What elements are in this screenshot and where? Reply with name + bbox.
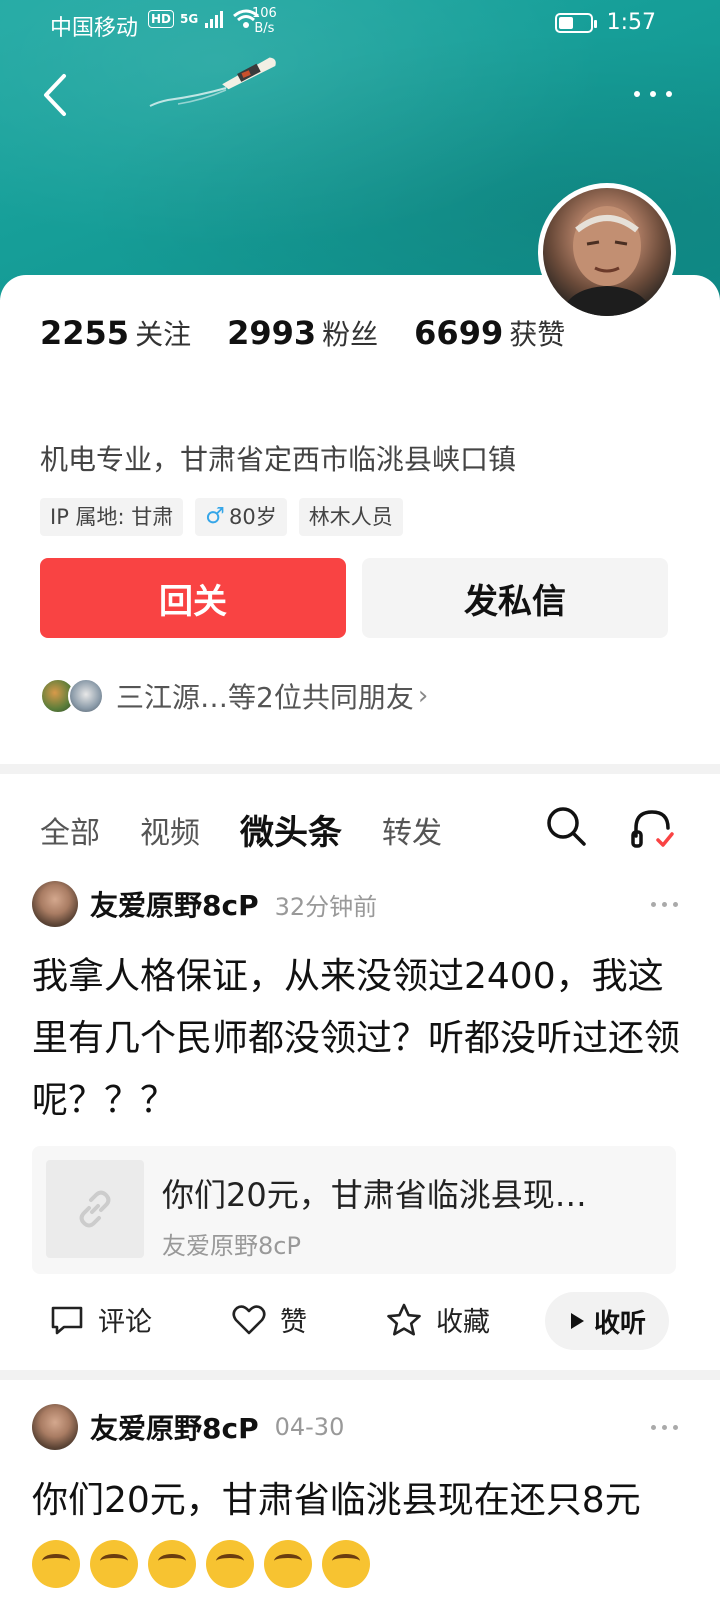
profile-bio: 机电专业，甘肃省定西市临洮县峡口镇: [40, 443, 517, 476]
tab-reposts[interactable]: 转发: [382, 808, 442, 852]
post-time: 32分钟前: [274, 892, 378, 921]
stat-followers[interactable]: 2993 粉丝: [227, 313, 378, 353]
age-label: 80岁: [229, 505, 277, 529]
ip-location-tag: IP 属地: 甘肃: [40, 498, 184, 536]
stat-label: 获赞: [509, 318, 566, 351]
mutual-friends-link[interactable]: 三江源…等2位共同朋友 ›: [40, 676, 428, 716]
search-icon[interactable]: [544, 804, 588, 848]
network-indicator: HD 5G: [148, 8, 260, 30]
boat-decoration: [222, 57, 276, 90]
section-divider: [0, 764, 720, 774]
post-more-button[interactable]: [651, 1425, 678, 1430]
star-icon: [387, 1303, 421, 1335]
avatar-face-image: [561, 206, 653, 316]
post-author-avatar[interactable]: [32, 1404, 78, 1450]
link-thumbnail: [46, 1160, 144, 1258]
profile-page: 中国移动 HD 5G 106 B/s 1:57 2255 关注 2993 粉丝 …: [0, 0, 720, 1600]
tab-micro-posts[interactable]: 微头条: [240, 805, 342, 854]
post-time: 04-30: [274, 1413, 345, 1441]
post-header: 友爱原野8cP 32分钟前: [32, 880, 377, 928]
avatar[interactable]: [538, 183, 676, 321]
stat-number: 2255: [40, 314, 130, 352]
signal-icon: [205, 11, 224, 28]
listen-label: 收听: [593, 1308, 646, 1339]
post-divider: [0, 1370, 720, 1380]
stat-number: 2993: [227, 314, 317, 352]
comment-label: 评论: [98, 1307, 152, 1338]
grinning-emoji-icon: [148, 1540, 196, 1588]
friend-avatar: [68, 678, 104, 714]
male-icon: ♂: [205, 504, 226, 529]
like-button[interactable]: 赞: [232, 1300, 307, 1339]
stat-likes[interactable]: 6699 获赞: [414, 313, 565, 353]
more-options-button[interactable]: [612, 84, 672, 104]
favorite-button[interactable]: 收藏: [386, 1300, 490, 1339]
tab-videos[interactable]: 视频: [140, 808, 200, 852]
post-text-container[interactable]: 你们20元，甘肃省临洮县现在还只8元: [32, 1470, 692, 1594]
tab-all[interactable]: 全部: [40, 808, 100, 852]
comment-button[interactable]: 评论: [50, 1300, 152, 1339]
speed-value: 106: [252, 6, 277, 21]
listen-button[interactable]: 收听: [545, 1292, 669, 1350]
status-bar: 中国移动 HD 5G 106 B/s 1:57: [0, 0, 720, 50]
age-tag: ♂ 80岁: [195, 498, 287, 536]
post-header: 友爱原野8cP 04-30: [32, 1403, 344, 1451]
like-label: 赞: [280, 1307, 307, 1338]
laughing-emoji-icon: [206, 1540, 254, 1588]
hd-badge: HD: [148, 10, 175, 28]
back-icon[interactable]: [36, 70, 76, 120]
profile-tags: IP 属地: 甘肃 ♂ 80岁 林木人员: [40, 498, 403, 536]
post-actions: 评论 赞 收藏 收听: [0, 1292, 720, 1352]
chevron-right-icon: ›: [417, 681, 429, 711]
post-text[interactable]: 我拿人格保证，从来没领过2400，我这里有几个民师都没领过？听都没听过还领呢？？…: [32, 946, 692, 1132]
headphones-icon[interactable]: [628, 804, 676, 852]
star-eyes-emoji-icon: [322, 1540, 370, 1588]
stat-following[interactable]: 2255 关注: [40, 313, 191, 353]
post-author-name[interactable]: 友爱原野8cP: [90, 884, 259, 924]
mutual-friends-text: 三江源…等2位共同朋友: [116, 681, 414, 714]
play-icon: [570, 1313, 584, 1329]
stat-label: 关注: [135, 318, 192, 351]
clock: 1:57: [606, 10, 656, 35]
status-right: 1:57: [554, 10, 656, 35]
favorite-label: 收藏: [436, 1307, 490, 1338]
stat-label: 粉丝: [322, 318, 379, 351]
network-speed: 106 B/s: [252, 6, 277, 36]
comment-icon: [51, 1306, 83, 1334]
send-message-button[interactable]: 发私信: [362, 558, 668, 638]
star-eyes-emoji-icon: [264, 1540, 312, 1588]
grinning-emoji-icon: [32, 1540, 80, 1588]
speed-unit: B/s: [254, 21, 275, 36]
post-author-name[interactable]: 友爱原野8cP: [90, 1407, 259, 1447]
boat-wake-decoration: [149, 87, 227, 107]
post-text: 你们20元，甘肃省临洮县现在还只8元: [32, 1480, 641, 1521]
follow-back-button[interactable]: 回关: [40, 558, 346, 638]
stat-number: 6699: [414, 314, 504, 352]
heart-icon: [232, 1304, 266, 1334]
profile-stats: 2255 关注 2993 粉丝 6699 获赞: [40, 313, 601, 353]
network-type: 5G: [180, 12, 199, 26]
shared-post-title: 你们20元，甘肃省临洮县现…: [162, 1176, 587, 1214]
post-author-avatar[interactable]: [32, 881, 78, 927]
grinning-emoji-icon: [90, 1540, 138, 1588]
shared-post-author: 友爱原野8cP: [162, 1232, 301, 1260]
content-tabs: 全部 视频 微头条 转发: [40, 805, 482, 854]
shared-post-card[interactable]: 你们20元，甘肃省临洮县现… 友爱原野8cP: [32, 1146, 676, 1274]
link-icon: [79, 1190, 111, 1228]
occupation-tag: 林木人员: [298, 498, 403, 536]
battery-icon: [554, 12, 597, 33]
post-more-button[interactable]: [651, 902, 678, 907]
carrier-label: 中国移动: [50, 16, 139, 41]
